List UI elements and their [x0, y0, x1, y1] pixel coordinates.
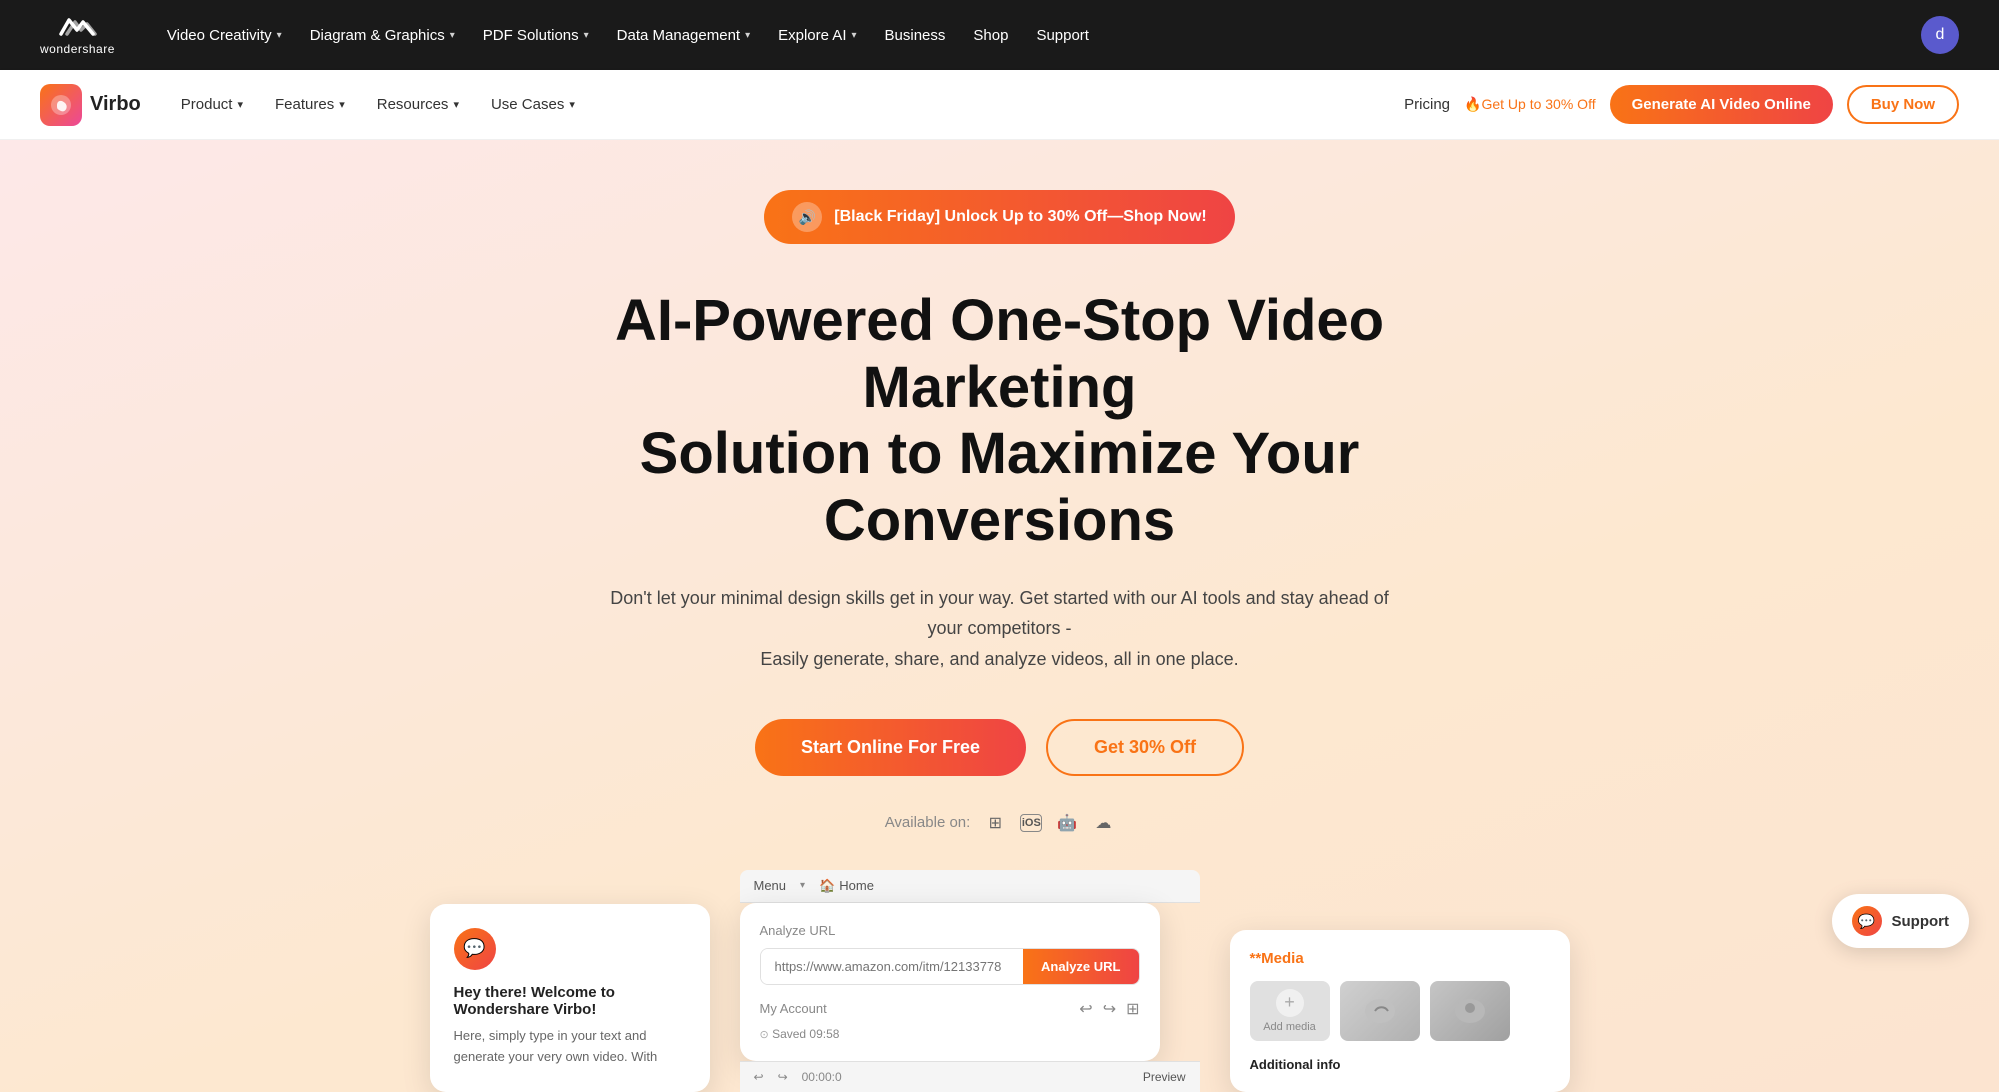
- promo-badge[interactable]: 🔥Get Up to 30% Off: [1464, 96, 1596, 113]
- add-media-thumb[interactable]: + Add media: [1250, 981, 1330, 1041]
- secondary-nav-items: Product ▾ Features ▾ Resources ▾ Use Cas…: [167, 88, 1394, 121]
- wondershare-logo[interactable]: wondershare: [40, 14, 115, 56]
- undo-icon[interactable]: ↩: [754, 1070, 764, 1084]
- menu-item[interactable]: Menu: [754, 878, 787, 893]
- preview-label[interactable]: Preview: [1143, 1070, 1186, 1084]
- virbo-label: Virbo: [90, 93, 141, 116]
- sec-nav-resources[interactable]: Resources ▾: [363, 88, 473, 121]
- get-discount-button[interactable]: Get 30% Off: [1046, 719, 1244, 776]
- preview-area: 💬 Hey there! Welcome to Wondershare Virb…: [40, 870, 1959, 1092]
- nav-diagram-graphics[interactable]: Diagram & Graphics ▾: [298, 19, 467, 52]
- nav-business[interactable]: Business: [873, 19, 958, 52]
- app-ui-center: Menu ▾ 🏠 Home Analyze URL Analyze URL My…: [740, 870, 1200, 1092]
- chat-icon: 💬: [454, 928, 496, 970]
- sec-nav-use-cases[interactable]: Use Cases ▾: [477, 88, 589, 121]
- pricing-link[interactable]: Pricing: [1404, 96, 1450, 113]
- media-card-title: **Media: [1250, 950, 1550, 967]
- hero-title: AI-Powered One-Stop Video MarketingSolut…: [500, 288, 1500, 555]
- timeline-bar: ↩ ↪ 00:00:0 Preview: [740, 1061, 1200, 1092]
- nav-pdf-solutions[interactable]: PDF Solutions ▾: [471, 19, 601, 52]
- hero-section: 🔊 [Black Friday] Unlock Up to 30% Off—Sh…: [0, 140, 1999, 1092]
- media-card: **Media + Add media Additional info: [1230, 930, 1570, 1092]
- chat-card: 💬 Hey there! Welcome to Wondershare Virb…: [430, 904, 710, 1092]
- grid-icon[interactable]: ⊞: [1126, 999, 1139, 1019]
- generate-ai-video-button[interactable]: Generate AI Video Online: [1610, 85, 1833, 124]
- chevron-down-icon: ▾: [800, 880, 805, 891]
- nav-data-management[interactable]: Data Management ▾: [605, 19, 762, 52]
- buy-now-button[interactable]: Buy Now: [1847, 85, 1959, 124]
- hero-subtitle: Don't let your minimal design skills get…: [600, 583, 1400, 675]
- chevron-down-icon: ▾: [450, 30, 455, 41]
- available-on: Available on: ⊞ iOS 🤖 ☁: [885, 812, 1115, 834]
- timecode: 00:00:0: [802, 1070, 842, 1084]
- analyze-url-card: Analyze URL Analyze URL My Account ↩ ↪ ⊞…: [740, 903, 1160, 1061]
- top-nav-items: Video Creativity ▾ Diagram & Graphics ▾ …: [155, 19, 1881, 52]
- chat-card-body: Here, simply type in your text and gener…: [454, 1026, 686, 1068]
- analyze-url-button[interactable]: Analyze URL: [1023, 949, 1138, 984]
- windows-icon: ⊞: [984, 812, 1006, 834]
- hero-buttons: Start Online For Free Get 30% Off: [755, 719, 1244, 776]
- ios-icon: iOS: [1020, 814, 1042, 832]
- additional-info-label: Additional info: [1250, 1057, 1550, 1072]
- top-navigation: wondershare Video Creativity ▾ Diagram &…: [0, 0, 1999, 70]
- virbo-icon: [40, 84, 82, 126]
- user-avatar[interactable]: d: [1921, 16, 1959, 54]
- media-thumb-2[interactable]: [1430, 981, 1510, 1041]
- chat-card-title: Hey there! Welcome to Wondershare Virbo!: [454, 984, 686, 1018]
- analyze-url-label: Analyze URL: [760, 923, 1140, 938]
- bottom-toolbar: My Account ↩ ↪ ⊞: [760, 999, 1140, 1019]
- secondary-nav-right: Pricing 🔥Get Up to 30% Off Generate AI V…: [1404, 85, 1959, 124]
- android-icon: 🤖: [1056, 812, 1078, 834]
- black-friday-banner[interactable]: 🔊 [Black Friday] Unlock Up to 30% Off—Sh…: [764, 190, 1234, 244]
- analyze-input-row: Analyze URL: [760, 948, 1140, 985]
- speaker-icon: 🔊: [792, 202, 822, 232]
- chevron-down-icon: ▾: [339, 98, 345, 111]
- nav-support[interactable]: Support: [1024, 19, 1101, 52]
- cloud-icon: ☁: [1092, 812, 1114, 834]
- wondershare-label: wondershare: [40, 42, 115, 56]
- redo-icon[interactable]: ↪: [778, 1070, 788, 1084]
- chevron-down-icon: ▾: [453, 98, 459, 111]
- nav-video-creativity[interactable]: Video Creativity ▾: [155, 19, 294, 52]
- nav-shop[interactable]: Shop: [961, 19, 1020, 52]
- undo-icon[interactable]: ↩: [1079, 999, 1092, 1019]
- secondary-navigation: Virbo Product ▾ Features ▾ Resources ▾ U…: [0, 70, 1999, 140]
- saved-time: ⊙ Saved 09:58: [760, 1027, 1140, 1041]
- home-item[interactable]: 🏠 Home: [819, 878, 874, 894]
- chevron-down-icon: ▾: [277, 30, 282, 41]
- action-icons: ↩ ↪ ⊞: [1079, 999, 1139, 1019]
- chevron-down-icon: ▾: [584, 30, 589, 41]
- nav-explore-ai[interactable]: Explore AI ▾: [766, 19, 868, 52]
- chevron-down-icon: ▾: [745, 30, 750, 41]
- my-account-link[interactable]: My Account: [760, 1001, 827, 1016]
- start-online-free-button[interactable]: Start Online For Free: [755, 719, 1026, 776]
- chevron-down-icon: ▾: [569, 98, 575, 111]
- support-icon: 💬: [1852, 906, 1882, 936]
- redo-icon[interactable]: ↪: [1103, 999, 1116, 1019]
- sec-nav-product[interactable]: Product ▾: [167, 88, 257, 121]
- support-button[interactable]: 💬 Support: [1832, 894, 1970, 948]
- analyze-url-input[interactable]: [761, 949, 1024, 984]
- virbo-logo[interactable]: Virbo: [40, 84, 141, 126]
- app-toolbar: Menu ▾ 🏠 Home: [740, 870, 1200, 903]
- media-thumbnails: + Add media: [1250, 981, 1550, 1041]
- sec-nav-features[interactable]: Features ▾: [261, 88, 359, 121]
- media-thumb-1[interactable]: [1340, 981, 1420, 1041]
- black-friday-text: [Black Friday] Unlock Up to 30% Off—Shop…: [834, 208, 1206, 226]
- chevron-down-icon: ▾: [237, 98, 243, 111]
- chevron-down-icon: ▾: [851, 30, 856, 41]
